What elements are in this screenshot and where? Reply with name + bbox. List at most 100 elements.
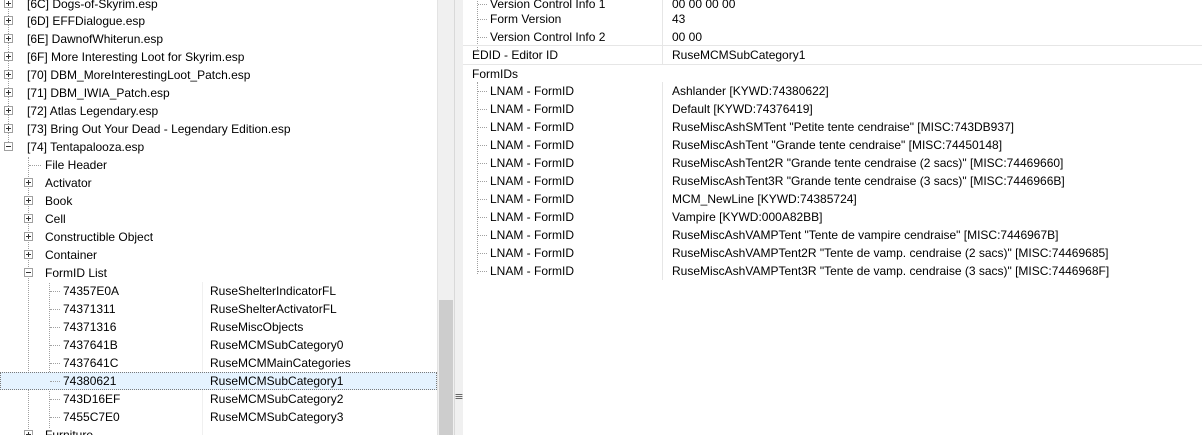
field-name: LNAM - FormID xyxy=(490,174,574,188)
expand-plus-icon[interactable] xyxy=(24,214,33,223)
field-value: RuseMiscAshVAMPTent "Tente de vampire ce… xyxy=(672,228,1059,242)
expand-plus-icon[interactable] xyxy=(4,0,13,8)
tree-item-record-selected[interactable]: 74380621 RuseMCMSubCategory1 xyxy=(0,372,437,390)
field-row[interactable]: Version Control Info 2 00 00 xyxy=(463,28,1202,46)
scrollbar-thumb[interactable] xyxy=(439,300,453,435)
field-row-edid[interactable]: EDID - Editor ID RuseMCMSubCategory1 xyxy=(463,46,1202,64)
lnam-row[interactable]: LNAM - FormID MCM_NewLine [KYWD:74385724… xyxy=(463,190,1202,208)
lnam-row[interactable]: LNAM - FormID RuseMiscAshVAMPTent3R "Ten… xyxy=(463,262,1202,280)
tree-item-plugin[interactable]: [72] Atlas Legendary.esp xyxy=(0,102,437,120)
field-row[interactable]: Form Version 43 xyxy=(463,10,1202,28)
column-divider xyxy=(662,118,663,136)
tree-line xyxy=(478,91,487,92)
group-label: Activator xyxy=(45,176,92,190)
tree-scrollbar[interactable] xyxy=(437,0,455,435)
field-value: RuseMiscAshVAMPTent2R "Tente de vamp. ce… xyxy=(672,246,1109,260)
tree-item-plugin[interactable]: [6D] EFFDialogue.esp xyxy=(0,12,437,30)
tree-item-plugin[interactable]: [6E] DawnofWhiterun.esp xyxy=(0,30,437,48)
tree-item-record[interactable]: 7455C7E0 RuseMCMSubCategory3 xyxy=(0,408,437,426)
tree-item-group[interactable]: File Header xyxy=(0,156,437,174)
record-editor-id: RuseMCMSubCategory2 xyxy=(210,392,344,406)
group-label: File Header xyxy=(45,158,108,172)
expand-plus-icon[interactable] xyxy=(24,178,33,187)
record-formid: 74357E0A xyxy=(63,284,120,298)
tree-item-plugin[interactable]: [73] Bring Out Your Dead - Legendary Edi… xyxy=(0,120,437,138)
expand-plus-icon[interactable] xyxy=(4,106,13,115)
record-formid: 74380621 xyxy=(63,374,117,388)
record-formid: 7437641B xyxy=(63,338,118,352)
tree-item-record[interactable]: 74371316 RuseMiscObjects xyxy=(0,318,437,336)
expand-plus-icon[interactable] xyxy=(4,52,13,61)
tree-item-record[interactable]: 7437641C RuseMCMMainCategories xyxy=(0,354,437,372)
record-formid: 74371316 xyxy=(63,320,117,334)
field-value: Default [KYWD:74376419] xyxy=(672,102,813,116)
expand-plus-icon[interactable] xyxy=(24,250,33,259)
collapse-minus-icon[interactable] xyxy=(4,142,13,151)
expand-plus-icon[interactable] xyxy=(4,88,13,97)
plugin-label: [73] Bring Out Your Dead - Legendary Edi… xyxy=(27,122,291,136)
expand-plus-icon[interactable] xyxy=(24,232,33,241)
field-value: MCM_NewLine [KYWD:74385724] xyxy=(672,192,857,206)
tree-line xyxy=(50,417,60,418)
lnam-row[interactable]: LNAM - FormID Ashlander [KYWD:74380622] xyxy=(463,82,1202,100)
tree-item-plugin[interactable]: [70] DBM_MoreInterestingLoot_Patch.esp xyxy=(0,66,437,84)
lnam-row[interactable]: LNAM - FormID Vampire [KYWD:000A82BB] xyxy=(463,208,1202,226)
expand-plus-icon[interactable] xyxy=(4,16,13,25)
column-divider xyxy=(662,10,663,28)
tree-line xyxy=(478,19,487,20)
tree-item-record[interactable]: 74371311 RuseShelterActivatorFL xyxy=(0,300,437,318)
tree-line xyxy=(50,381,60,382)
record-formid: 7437641C xyxy=(63,356,119,370)
field-group-formids[interactable]: FormIDs xyxy=(463,65,1202,83)
field-value: RuseMiscAshVAMPTent3R "Tente de vamp. ce… xyxy=(672,264,1110,278)
lnam-row[interactable]: LNAM - FormID Default [KYWD:74376419] xyxy=(463,100,1202,118)
group-label: Furniture xyxy=(45,428,94,435)
field-name: Form Version xyxy=(490,12,562,26)
lnam-row[interactable]: LNAM - FormID RuseMiscAshTent3R "Grande … xyxy=(463,172,1202,190)
field-name: FormIDs xyxy=(472,67,518,81)
lnam-row[interactable]: LNAM - FormID RuseMiscAshTent2R "Grande … xyxy=(463,154,1202,172)
tree-line xyxy=(478,163,487,164)
field-name: LNAM - FormID xyxy=(490,102,574,116)
tree-item-group[interactable]: Furniture xyxy=(0,426,437,435)
record-view[interactable]: Version Control Info 1 00 00 00 00 Form … xyxy=(463,0,1202,435)
tree-item-group[interactable]: Cell xyxy=(0,210,437,228)
tree-item-plugin[interactable]: [6F] More Interesting Loot for Skyrim.es… xyxy=(0,48,437,66)
tree-item-group[interactable]: Constructible Object xyxy=(0,228,437,246)
field-name: LNAM - FormID xyxy=(490,264,574,278)
plugin-label: [6F] More Interesting Loot for Skyrim.es… xyxy=(27,50,245,64)
field-name: EDID - Editor ID xyxy=(472,48,559,62)
tree-item-record[interactable]: 74357E0A RuseShelterIndicatorFL xyxy=(0,282,437,300)
field-name: LNAM - FormID xyxy=(490,246,574,260)
plugin-label: [72] Atlas Legendary.esp xyxy=(27,104,159,118)
expand-plus-icon[interactable] xyxy=(4,34,13,43)
tree-item-plugin[interactable]: [74] Tentapalooza.esp xyxy=(0,138,437,156)
field-value: Ashlander [KYWD:74380622] xyxy=(672,84,829,98)
expand-plus-icon[interactable] xyxy=(24,430,33,435)
group-label: Constructible Object xyxy=(45,230,154,244)
tree-item-group[interactable]: Book xyxy=(0,192,437,210)
tree-item-record[interactable]: 7437641B RuseMCMSubCategory0 xyxy=(0,336,437,354)
column-divider xyxy=(662,100,663,118)
lnam-row[interactable]: LNAM - FormID RuseMiscAshTent "Grande te… xyxy=(463,136,1202,154)
lnam-row[interactable]: LNAM - FormID RuseMiscAshVAMPTent "Tente… xyxy=(463,226,1202,244)
expand-plus-icon[interactable] xyxy=(24,196,33,205)
tree-item-group[interactable]: FormID List xyxy=(0,264,437,282)
lnam-row[interactable]: LNAM - FormID RuseMiscAshSMTent "Petite … xyxy=(463,118,1202,136)
field-value: Vampire [KYWD:000A82BB] xyxy=(672,210,823,224)
record-editor-id: RuseMCMSubCategory3 xyxy=(210,410,344,424)
expand-plus-icon[interactable] xyxy=(4,124,13,133)
tree-item-group[interactable]: Container xyxy=(0,246,437,264)
tree-item-group[interactable]: Activator xyxy=(0,174,437,192)
group-label: FormID List xyxy=(45,266,108,280)
record-editor-id: RuseShelterActivatorFL xyxy=(210,302,337,316)
tree-item-plugin[interactable]: [71] DBM_IWIA_Patch.esp xyxy=(0,84,437,102)
collapse-minus-icon[interactable] xyxy=(24,268,33,277)
expand-plus-icon[interactable] xyxy=(4,70,13,79)
tree-item-record[interactable]: 743D16EF RuseMCMSubCategory2 xyxy=(0,390,437,408)
lnam-row[interactable]: LNAM - FormID RuseMiscAshVAMPTent2R "Ten… xyxy=(463,244,1202,262)
field-name: LNAM - FormID xyxy=(490,210,574,224)
column-divider xyxy=(662,226,663,244)
record-tree[interactable]: [6C] Dogs-of-Skyrim.esp [6D] EFFDialogue… xyxy=(0,0,437,435)
column-divider xyxy=(662,28,663,46)
